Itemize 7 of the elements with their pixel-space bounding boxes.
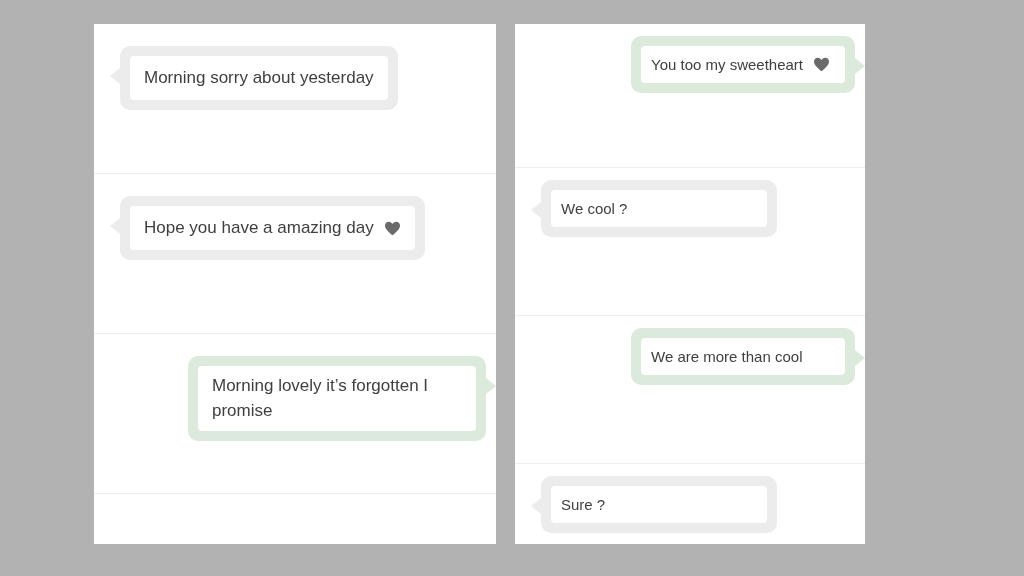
message-text: Hope you have a amazing day bbox=[144, 218, 374, 238]
message-text: We are more than cool bbox=[651, 348, 803, 365]
message-text: You too my sweetheart bbox=[651, 56, 804, 73]
message-text: We cool ? bbox=[561, 200, 628, 217]
message-text: Sure ? bbox=[561, 496, 606, 513]
message-text: Morning lovely it’s forgotten I promise bbox=[212, 375, 430, 422]
message-text: Morning sorry about yesterday bbox=[144, 68, 374, 88]
